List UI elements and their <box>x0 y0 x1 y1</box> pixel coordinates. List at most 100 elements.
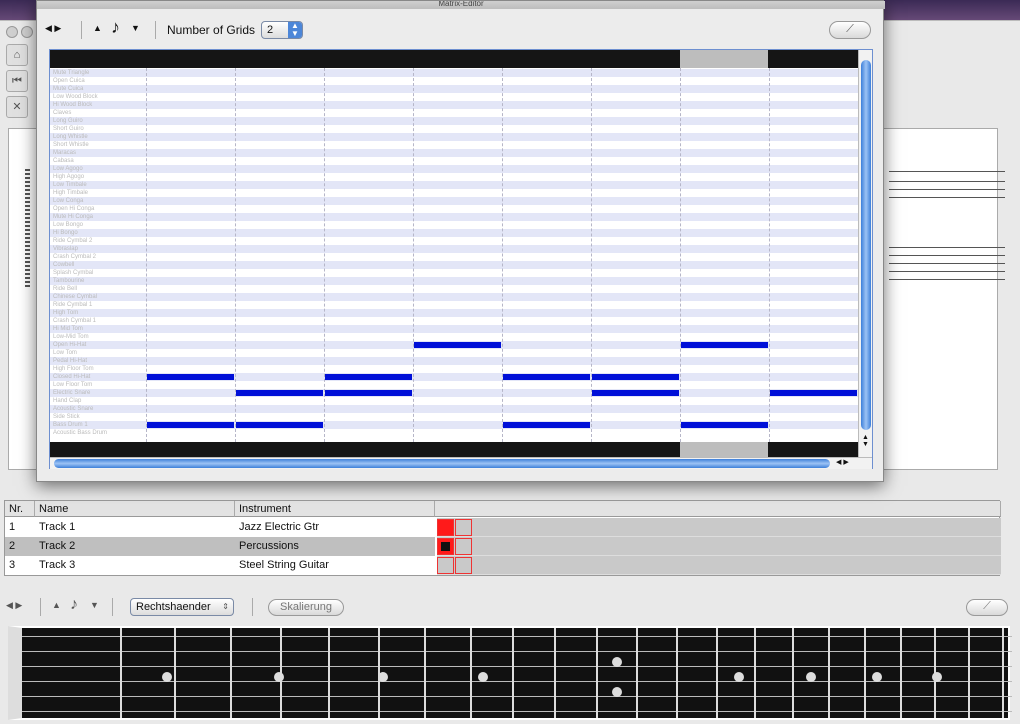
col-header-name[interactable]: Name <box>35 501 235 517</box>
drum-note[interactable] <box>770 390 857 396</box>
minimize-window-button[interactable] <box>21 26 33 38</box>
grid-row[interactable] <box>50 69 858 77</box>
grid-row[interactable] <box>50 237 858 245</box>
drum-note[interactable] <box>147 374 234 380</box>
grid-column-line <box>146 68 147 442</box>
drum-note[interactable] <box>414 342 501 348</box>
grid-row[interactable] <box>50 269 858 277</box>
up-arrow-icon[interactable]: ▲ <box>52 600 61 610</box>
grid-row[interactable] <box>50 205 858 213</box>
grid-row[interactable] <box>50 253 858 261</box>
drum-note[interactable] <box>592 374 679 380</box>
grid-row[interactable] <box>50 365 858 373</box>
grid-row[interactable] <box>50 213 858 221</box>
grid-row[interactable] <box>50 285 858 293</box>
score-scrollbar[interactable] <box>25 169 30 287</box>
grid-row[interactable] <box>50 357 858 365</box>
grid-row[interactable] <box>50 77 858 85</box>
fret-marker-dot <box>806 672 816 682</box>
grid-row[interactable] <box>50 429 858 437</box>
grid-row[interactable] <box>50 261 858 269</box>
scroll-arrows-icon[interactable]: ▲ ▼ <box>862 434 869 448</box>
grid-row[interactable] <box>50 173 858 181</box>
drum-note[interactable] <box>147 422 234 428</box>
drum-note[interactable] <box>681 342 768 348</box>
grid-row[interactable] <box>50 157 858 165</box>
grid-row[interactable] <box>50 101 858 109</box>
grid-row[interactable] <box>50 197 858 205</box>
drum-note[interactable] <box>325 374 412 380</box>
col-header-instrument[interactable]: Instrument <box>235 501 435 517</box>
track-row-selected[interactable]: 2 Track 2 Percussions <box>5 537 435 556</box>
track-cell[interactable] <box>455 519 472 536</box>
vertical-scroll-thumb[interactable] <box>861 60 871 430</box>
track-cell-active[interactable] <box>437 519 454 536</box>
drum-note[interactable] <box>503 422 590 428</box>
down-arrow-icon[interactable]: ▼ <box>90 600 99 610</box>
grid-row[interactable] <box>50 317 858 325</box>
grid-row[interactable] <box>50 325 858 333</box>
grid-row[interactable] <box>50 413 858 421</box>
note-icon[interactable]: ♪ <box>111 17 120 38</box>
grid-row[interactable] <box>50 189 858 197</box>
grid-row[interactable] <box>50 381 858 389</box>
instrument-label: High Timbale <box>53 190 89 196</box>
grid-row[interactable] <box>50 133 858 141</box>
grid-row[interactable] <box>50 149 858 157</box>
num-grids-select[interactable]: 2 ▲ ▼ <box>261 21 303 39</box>
close-window-button[interactable] <box>6 26 18 38</box>
hand-select[interactable]: Rechtshaender ⇕ <box>130 598 234 616</box>
drum-note[interactable] <box>503 374 590 380</box>
nav-arrows-icon[interactable]: ◀ ▶ <box>6 600 22 611</box>
drum-note[interactable] <box>236 390 323 396</box>
instrument-label: Hi Bongo <box>53 230 78 236</box>
horizontal-scroll-thumb[interactable] <box>54 459 830 468</box>
grid-row[interactable] <box>50 93 858 101</box>
scale-button[interactable]: Skalierung <box>268 599 344 616</box>
home-icon[interactable]: ⌂ <box>6 44 28 66</box>
track-cell[interactable] <box>455 557 472 574</box>
grid-row[interactable] <box>50 117 858 125</box>
scroll-arrows-icon[interactable]: ◀ ▶ <box>836 458 849 466</box>
track-cell[interactable] <box>437 557 454 574</box>
guitar-fretboard[interactable] <box>8 626 1012 720</box>
slider-toggle-button[interactable]: ⟋ <box>966 599 1008 616</box>
grid-row[interactable] <box>50 309 858 317</box>
track-row[interactable]: 3 Track 3 Steel String Guitar <box>5 556 435 575</box>
col-header-nr[interactable]: Nr. <box>5 501 35 517</box>
grid-row[interactable] <box>50 109 858 117</box>
grid-row[interactable] <box>50 85 858 93</box>
grid-row[interactable] <box>50 301 858 309</box>
drum-note[interactable] <box>681 422 768 428</box>
grid-row[interactable] <box>50 181 858 189</box>
grid-row[interactable] <box>50 141 858 149</box>
grid-row[interactable] <box>50 333 858 341</box>
grid-row[interactable] <box>50 405 858 413</box>
horizontal-scrollbar[interactable]: ◀ ▶ <box>50 457 872 469</box>
track-cell-active[interactable] <box>437 538 454 555</box>
track-cell[interactable] <box>455 538 472 555</box>
drum-note[interactable] <box>236 422 323 428</box>
down-arrow-icon[interactable]: ▼ <box>131 23 140 33</box>
slider-toggle-button[interactable]: ⟋ <box>829 21 871 39</box>
shuffle-icon[interactable]: ✕ <box>6 96 28 118</box>
skip-back-icon[interactable]: ⏮ <box>6 70 28 92</box>
grid-row[interactable] <box>50 293 858 301</box>
grid-row[interactable] <box>50 229 858 237</box>
grid-row[interactable] <box>50 245 858 253</box>
grid-row[interactable] <box>50 277 858 285</box>
drum-note[interactable] <box>325 390 412 396</box>
up-arrow-icon[interactable]: ▲ <box>93 23 102 33</box>
grid-row[interactable] <box>50 349 858 357</box>
drum-grid[interactable]: Mute Triangle Open Cuica Mute Cuica Low Woo… <box>50 68 858 442</box>
track-row[interactable]: 1 Track 1 Jazz Electric Gtr <box>5 518 435 537</box>
grid-row[interactable] <box>50 125 858 133</box>
drum-note[interactable] <box>592 390 679 396</box>
grid-row[interactable] <box>50 165 858 173</box>
grid-row[interactable] <box>50 221 858 229</box>
vertical-scrollbar[interactable]: ▲ ▼ <box>858 50 872 457</box>
nav-arrows-icon[interactable]: ◀ ▶ <box>45 23 61 34</box>
note-icon[interactable]: ♪ <box>70 596 78 614</box>
grid-row[interactable] <box>50 397 858 405</box>
grid-row[interactable] <box>50 389 858 397</box>
